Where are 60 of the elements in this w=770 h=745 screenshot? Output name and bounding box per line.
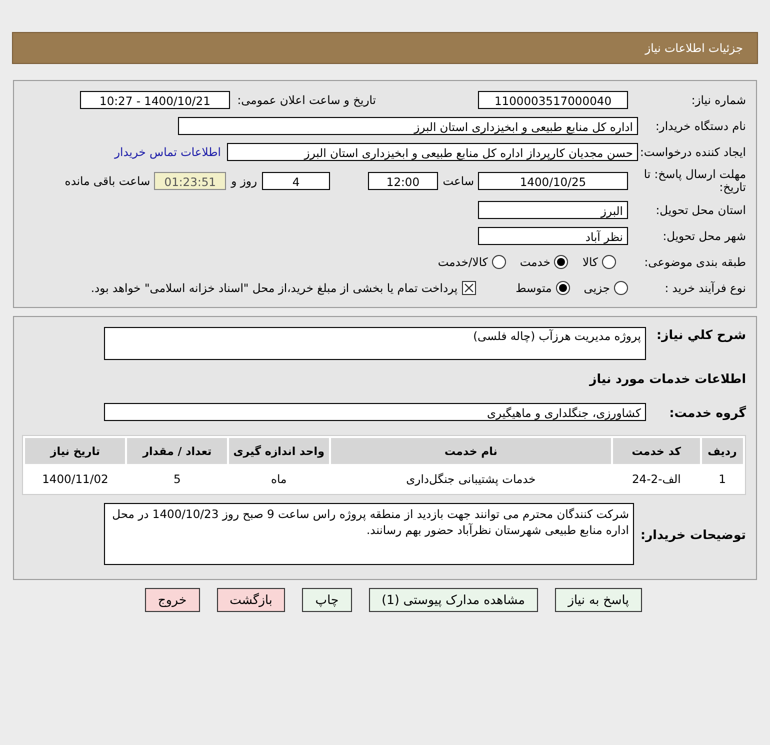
exit-style-button[interactable]: بازگشت — [216, 588, 286, 612]
action-button[interactable]: چاپ — [302, 588, 352, 612]
action-button[interactable]: مشاهده مدارک پیوستی (1) — [368, 588, 538, 612]
field-label: تاریخ و ساعت اعلان عمومی: — [236, 93, 376, 107]
table-cell-text: ماه — [270, 471, 288, 488]
buyer-notes-field: شرکت کنندگان محترم می توانند جهت بازدید از منطقه پروژه راس ساعت 9 صبح روز 1400/10/23 در محل اداره منابع طبیعی شهرستان نظرآباد حضور بهم رسانند. — [104, 503, 634, 565]
service-group-field: کشاورزی، جنگلداری و ماهیگیری — [104, 403, 646, 421]
days-field: 4 — [262, 172, 330, 190]
option-label: جزیی — [584, 281, 610, 295]
option-label: کالا/خدمت — [438, 255, 488, 269]
radio-button[interactable] — [614, 281, 628, 295]
province-field: البرز — [478, 201, 628, 219]
table-cell-text: 1 — [718, 471, 727, 488]
description-field: پروژه مدیریت هرزآب (چاله فلسی) — [104, 327, 646, 360]
table-cell-text: 1400/11/02 — [41, 471, 110, 488]
option-label: خدمت — [520, 255, 550, 269]
deadline-time-field: 12:00 — [368, 172, 438, 190]
city-field: نظر آباد — [478, 227, 628, 245]
column-header: کد خدمت — [613, 438, 700, 464]
deadline-date-field: 1400/10/25 — [478, 172, 628, 190]
checkbox-label: پرداخت تمام یا بخشی از مبلغ خرید،از محل "اسناد خزانه اسلامی" خواهد بود. — [90, 281, 458, 295]
field-label: نوع فرآیند خرید : — [664, 281, 746, 295]
field-label: استان محل تحویل: — [654, 203, 746, 217]
radio-button[interactable] — [554, 255, 568, 269]
buyer-org-field: اداره کل منابع طبیعی و ابخیزداری استان البرز — [178, 117, 638, 135]
field-label: طبقه بندی موضوعی: — [643, 255, 746, 269]
field-label: مهلت ارسال پاسخ: تا تاریخ: — [642, 168, 746, 194]
radio-button[interactable] — [602, 255, 616, 269]
column-header: نام خدمت — [330, 438, 612, 464]
section-heading: اطلاعات خدمات مورد نیاز — [590, 370, 746, 386]
need-number-field: 1100003517000040 — [478, 91, 628, 109]
field-label: گروه خدمت: — [668, 404, 746, 420]
option-label: متوسط — [516, 281, 552, 295]
page-header: جزئیات اطلاعات نیاز — [12, 32, 758, 64]
column-header: تعداد / مقدار — [127, 438, 227, 464]
requester-field: حسن مجدیان کارپرداز اداره کل منابع طبیعی و ابخیزداری استان البرز — [227, 143, 638, 161]
column-header: تاریخ نیاز — [25, 438, 126, 464]
radio-button[interactable] — [492, 255, 506, 269]
column-header: واحد اندازه گیری — [228, 438, 329, 464]
exit-style-button[interactable]: خروج — [144, 588, 200, 612]
field-label: ایجاد کننده درخواست: — [639, 145, 746, 159]
remaining-time-field: 01:23:51 — [154, 172, 226, 190]
field-label: شماره نیاز: — [690, 93, 746, 107]
buyer-contact-link[interactable]: اطلاعات تماس خریدار — [114, 145, 221, 159]
table-cell-text: 5 — [172, 471, 182, 488]
radio-button[interactable] — [556, 281, 570, 295]
field-label: شرح کلي نیاز: — [656, 327, 746, 342]
option-label: کالا — [582, 255, 598, 269]
field-label: ساعت — [442, 174, 474, 188]
table-cell-text: خدمات پشتیبانی جنگل‌داری — [405, 471, 537, 488]
announce-date-field: 1400/10/21 - 10:27 — [80, 91, 230, 109]
table-cell-text: الف-2-24 — [630, 471, 682, 488]
field-label: شهر محل تحویل: — [662, 229, 746, 243]
field-label: توضیحات خریدار: — [639, 526, 746, 542]
field-label: نام دستگاه خریدار: — [654, 119, 746, 133]
field-label: ساعت باقی مانده — [64, 174, 150, 188]
column-header: ردیف — [702, 438, 743, 464]
action-button[interactable]: پاسخ به نیاز — [554, 588, 642, 612]
checkbox[interactable] — [462, 281, 476, 295]
field-label: روز و — [231, 174, 257, 188]
